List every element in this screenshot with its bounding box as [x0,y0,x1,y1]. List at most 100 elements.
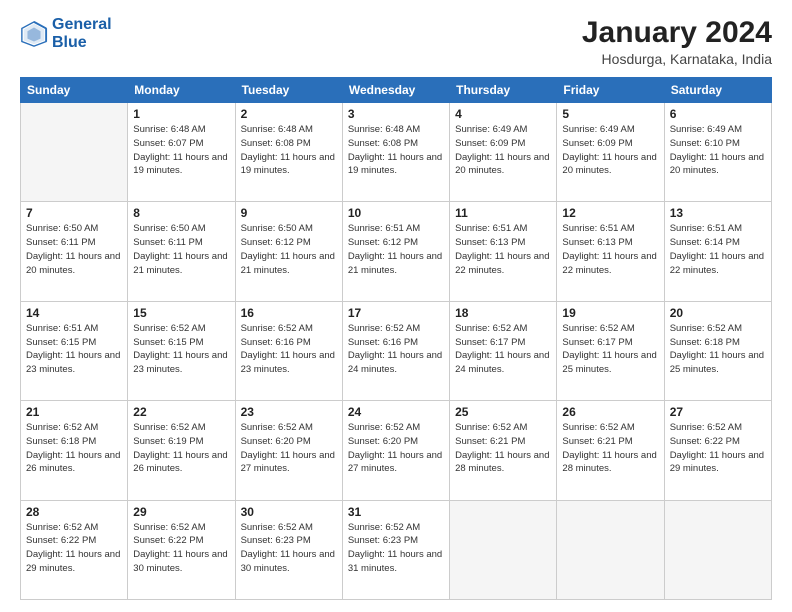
calendar-cell: 9Sunrise: 6:50 AMSunset: 6:12 PMDaylight… [235,202,342,301]
calendar-cell: 27 Sunrise: 6:52 AMSunset: 6:22 PMDayligh… [664,401,771,500]
calendar-cell: 6 Sunrise: 6:49 AMSunset: 6:10 PMDaylight… [664,103,771,202]
calendar-cell: 1Sunrise: 6:48 AMSunset: 6:07 PMDaylight… [128,103,235,202]
calendar-cell: 31 Sunrise: 6:52 AMSunset: 6:23 PMDayligh… [342,500,449,599]
calendar-cell [557,500,664,599]
calendar-row-5: 28 Sunrise: 6:52 AMSunset: 6:22 PMDayligh… [21,500,772,599]
calendar-cell: 20 Sunrise: 6:52 AMSunset: 6:18 PMDayligh… [664,301,771,400]
calendar-cell: 30 Sunrise: 6:52 AMSunset: 6:23 PMDayligh… [235,500,342,599]
day-info: Sunrise: 6:52 AMSunset: 6:23 PMDaylight:… [241,521,337,576]
day-number: 27 [670,405,766,419]
day-number: 22 [133,405,229,419]
day-number: 21 [26,405,122,419]
day-number: 16 [241,306,337,320]
calendar-cell: 10Sunrise: 6:51 AMSunset: 6:12 PMDayligh… [342,202,449,301]
header-sunday: Sunday [21,78,128,103]
day-info: Sunrise: 6:51 AMSunset: 6:13 PMDaylight:… [562,222,658,277]
logo-line1: General [52,16,112,33]
calendar-table: Sunday Monday Tuesday Wednesday Thursday… [20,77,772,600]
calendar-cell: 22 Sunrise: 6:52 AMSunset: 6:19 PMDayligh… [128,401,235,500]
day-info: Sunrise: 6:48 AMSunset: 6:08 PMDaylight:… [241,123,337,178]
logo-text: General Blue [52,16,112,51]
calendar-cell: 18 Sunrise: 6:52 AMSunset: 6:17 PMDayligh… [450,301,557,400]
calendar-cell: 16 Sunrise: 6:52 AMSunset: 6:16 PMDayligh… [235,301,342,400]
day-info: Sunrise: 6:52 AMSunset: 6:17 PMDaylight:… [455,322,551,377]
calendar-cell: 2 Sunrise: 6:48 AMSunset: 6:08 PMDaylight… [235,103,342,202]
day-number: 17 [348,306,444,320]
day-number: 7 [26,206,122,220]
calendar-cell: 21 Sunrise: 6:52 AMSunset: 6:18 PMDayligh… [21,401,128,500]
day-number: 24 [348,405,444,419]
day-info: Sunrise: 6:52 AMSunset: 6:22 PMDaylight:… [133,521,229,576]
day-info: Sunrise: 6:50 AMSunset: 6:11 PMDaylight:… [26,222,122,277]
calendar-cell: 15Sunrise: 6:52 AMSunset: 6:15 PMDayligh… [128,301,235,400]
calendar-cell: 4 Sunrise: 6:49 AMSunset: 6:09 PMDaylight… [450,103,557,202]
day-info: Sunrise: 6:50 AMSunset: 6:12 PMDaylight:… [241,222,337,277]
day-number: 29 [133,505,229,519]
day-number: 5 [562,107,658,121]
day-number: 2 [241,107,337,121]
day-info: Sunrise: 6:52 AMSunset: 6:18 PMDaylight:… [26,421,122,476]
day-info: Sunrise: 6:52 AMSunset: 6:17 PMDaylight:… [562,322,658,377]
day-number: 3 [348,107,444,121]
calendar-cell: 29 Sunrise: 6:52 AMSunset: 6:22 PMDayligh… [128,500,235,599]
day-number: 14 [26,306,122,320]
day-number: 6 [670,107,766,121]
day-info: Sunrise: 6:52 AMSunset: 6:16 PMDaylight:… [241,322,337,377]
day-info: Sunrise: 6:52 AMSunset: 6:20 PMDaylight:… [348,421,444,476]
day-info: Sunrise: 6:52 AMSunset: 6:21 PMDaylight:… [455,421,551,476]
header: General Blue January 2024 Hosdurga, Karn… [20,16,772,67]
calendar-cell: 12Sunrise: 6:51 AMSunset: 6:13 PMDayligh… [557,202,664,301]
day-number: 8 [133,206,229,220]
calendar-cell: 8 Sunrise: 6:50 AMSunset: 6:11 PMDaylight… [128,202,235,301]
calendar-cell: 3 Sunrise: 6:48 AMSunset: 6:08 PMDaylight… [342,103,449,202]
calendar-cell: 17 Sunrise: 6:52 AMSunset: 6:16 PMDayligh… [342,301,449,400]
day-number: 23 [241,405,337,419]
calendar-row-4: 21 Sunrise: 6:52 AMSunset: 6:18 PMDayligh… [21,401,772,500]
day-number: 11 [455,206,551,220]
day-info: Sunrise: 6:52 AMSunset: 6:22 PMDaylight:… [670,421,766,476]
logo-line2: Blue [52,34,87,51]
day-info: Sunrise: 6:52 AMSunset: 6:23 PMDaylight:… [348,521,444,576]
day-number: 26 [562,405,658,419]
header-monday: Monday [128,78,235,103]
logo: General Blue [20,16,112,51]
day-info: Sunrise: 6:52 AMSunset: 6:22 PMDaylight:… [26,521,122,576]
day-number: 31 [348,505,444,519]
day-info: Sunrise: 6:50 AMSunset: 6:11 PMDaylight:… [133,222,229,277]
day-number: 19 [562,306,658,320]
month-title: January 2024 [582,16,772,49]
calendar-cell: 5Sunrise: 6:49 AMSunset: 6:09 PMDaylight… [557,103,664,202]
day-number: 20 [670,306,766,320]
calendar-cell: 11 Sunrise: 6:51 AMSunset: 6:13 PMDayligh… [450,202,557,301]
day-info: Sunrise: 6:51 AMSunset: 6:14 PMDaylight:… [670,222,766,277]
day-info: Sunrise: 6:51 AMSunset: 6:15 PMDaylight:… [26,322,122,377]
calendar-cell: 19 Sunrise: 6:52 AMSunset: 6:17 PMDayligh… [557,301,664,400]
header-tuesday: Tuesday [235,78,342,103]
calendar-cell: 14 Sunrise: 6:51 AMSunset: 6:15 PMDayligh… [21,301,128,400]
day-info: Sunrise: 6:49 AMSunset: 6:09 PMDaylight:… [455,123,551,178]
day-number: 28 [26,505,122,519]
day-info: Sunrise: 6:49 AMSunset: 6:10 PMDaylight:… [670,123,766,178]
day-number: 30 [241,505,337,519]
day-info: Sunrise: 6:48 AMSunset: 6:08 PMDaylight:… [348,123,444,178]
header-wednesday: Wednesday [342,78,449,103]
calendar-cell [450,500,557,599]
day-info: Sunrise: 6:51 AMSunset: 6:13 PMDaylight:… [455,222,551,277]
calendar-cell [21,103,128,202]
day-info: Sunrise: 6:52 AMSunset: 6:19 PMDaylight:… [133,421,229,476]
day-number: 4 [455,107,551,121]
header-thursday: Thursday [450,78,557,103]
day-number: 13 [670,206,766,220]
day-number: 10 [348,206,444,220]
logo-icon [20,20,48,48]
calendar-cell: 7 Sunrise: 6:50 AMSunset: 6:11 PMDaylight… [21,202,128,301]
calendar-row-3: 14 Sunrise: 6:51 AMSunset: 6:15 PMDayligh… [21,301,772,400]
page: General Blue January 2024 Hosdurga, Karn… [0,0,792,612]
day-info: Sunrise: 6:52 AMSunset: 6:18 PMDaylight:… [670,322,766,377]
day-info: Sunrise: 6:52 AMSunset: 6:16 PMDaylight:… [348,322,444,377]
day-number: 18 [455,306,551,320]
calendar-row-2: 7 Sunrise: 6:50 AMSunset: 6:11 PMDaylight… [21,202,772,301]
calendar-cell [664,500,771,599]
day-info: Sunrise: 6:48 AMSunset: 6:07 PMDaylight:… [133,123,229,178]
header-friday: Friday [557,78,664,103]
